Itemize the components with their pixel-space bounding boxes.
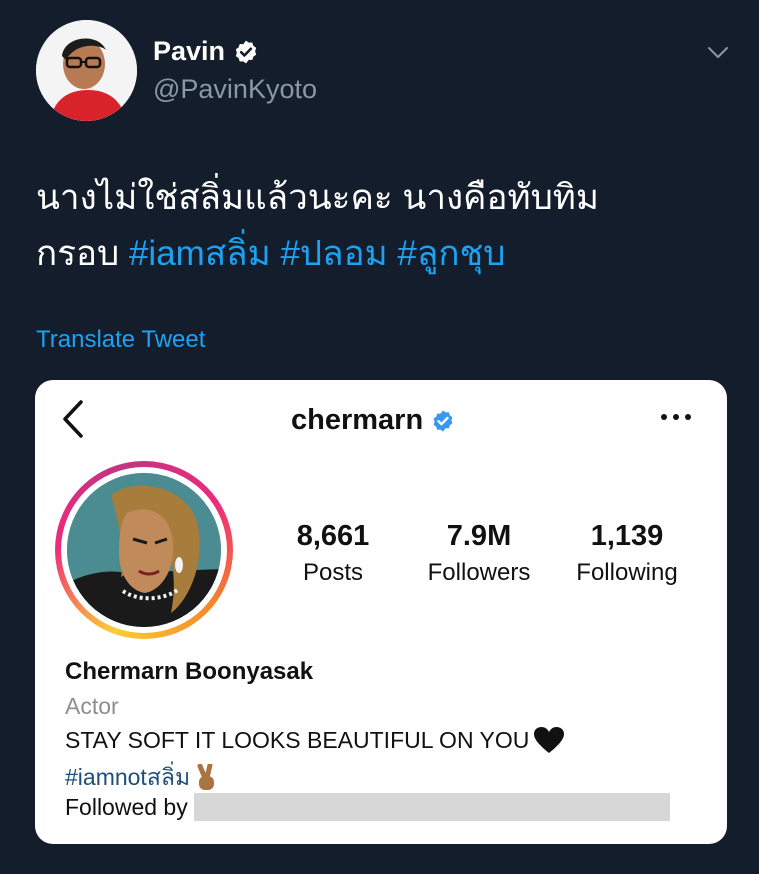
instagram-full-name: Chermarn Boonyasak [65,658,314,685]
chevron-down-icon[interactable] [706,40,730,64]
tweet-text-line1: นางไม่ใช่สลิ่มแล้วนะคะ นางคือทับทิม [36,178,599,217]
hashtag-link[interactable]: #ลูกชุบ [397,234,505,273]
stat-following[interactable]: 1,139 Following [567,520,687,587]
redacted-followers-block [193,793,670,821]
stat-label: Following [576,559,678,586]
stat-value: 7.9M [446,520,512,552]
verified-badge-icon [235,40,257,63]
author-avatar[interactable] [36,20,137,121]
back-arrow-icon[interactable] [57,398,89,440]
bio-text: STAY SOFT IT LOOKS BEAUTIFUL ON YOU [65,726,530,753]
victory-hand-icon [197,764,215,790]
stat-label: Posts [302,559,364,586]
stat-followers[interactable]: 7.9M Followers [419,520,539,587]
followed-by-row[interactable]: Followed by [65,793,670,821]
story-ring[interactable] [55,461,233,639]
stat-posts[interactable]: 8,661 Posts [285,520,381,587]
profile-picture-illustration [67,473,221,627]
author-name[interactable]: Pavin [153,36,225,67]
author-handle[interactable]: @PavinKyoto [153,74,317,105]
verified-badge-icon [433,410,453,431]
author-name-row[interactable]: Pavin [153,36,259,67]
author-avatar-image [36,20,137,121]
more-dots-icon[interactable] [659,410,693,424]
black-heart-icon [534,727,565,753]
instagram-profile-card[interactable]: chermarn 8,661 Posts 7.9M Followers 1,13… [35,380,727,844]
tweet-text-line2: กรอบ #iamสลิ่ม #ปลอม #ลูกชุบ [36,226,726,282]
hashtag-link[interactable]: #iamสลิ่ม [129,234,271,273]
translate-tweet-link[interactable]: Translate Tweet [36,326,205,354]
instagram-username-row: chermarn [291,404,455,437]
followed-by-label: Followed by [65,793,188,820]
tweet-text: นางไม่ใช่สลิ่มแล้วนะคะ นางคือทับทิม กรอบ… [36,170,726,282]
hashtag-link[interactable]: #ปลอม [280,234,387,273]
tweet-text-line2-prefix: กรอบ [36,234,129,273]
instagram-username: chermarn [291,404,424,436]
instagram-profile-picture [67,473,221,627]
instagram-bio: STAY SOFT IT LOOKS BEAUTIFUL ON YOU [65,726,565,754]
stat-label: Followers [427,559,531,586]
stat-value: 8,661 [296,520,370,552]
bio-hashtag-link[interactable]: #iamnotสลิ่ม [65,760,190,796]
instagram-bio-hashtag-row: #iamnotสลิ่ม [65,760,220,796]
stat-value: 1,139 [590,520,664,552]
instagram-category: Actor [65,693,119,719]
